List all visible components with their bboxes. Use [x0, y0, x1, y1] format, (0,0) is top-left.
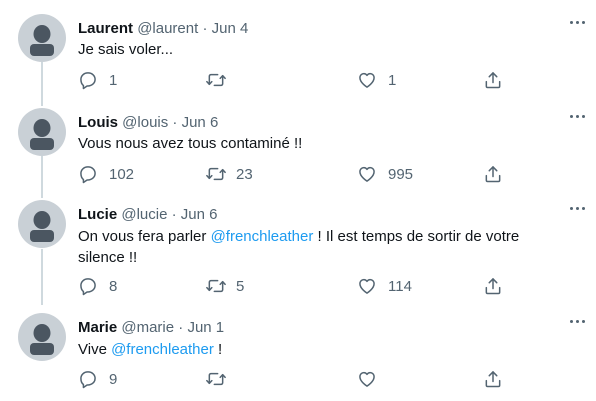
like-icon — [359, 278, 375, 294]
more-button[interactable] — [568, 313, 588, 329]
more-icon — [570, 207, 573, 210]
reply-count: 8 — [109, 278, 118, 295]
tweet[interactable]: Marie @marie · Jun 1 Vive @frenchleather… — [0, 313, 596, 393]
separator-dot: · — [171, 206, 177, 223]
author-handle[interactable]: @laurent — [137, 20, 198, 37]
reply-count: 102 — [109, 166, 135, 183]
like-icon — [359, 72, 375, 88]
tweet-text-segment: On vous fera parler — [78, 228, 211, 245]
author-name[interactable]: Laurent — [78, 20, 133, 37]
tweet-date[interactable]: Jun 6 — [181, 206, 218, 223]
tweet-thread: Laurent @laurent · Jun 4 Je sais voler..… — [0, 0, 596, 401]
tweet-date[interactable]: Jun 1 — [187, 319, 224, 336]
more-icon — [570, 115, 573, 118]
tweet-actions: 1 1 — [78, 70, 518, 92]
like-count: 114 — [388, 278, 412, 295]
avatar-placeholder-icon — [30, 324, 54, 355]
reply-icon — [80, 371, 96, 389]
separator-dot: · — [172, 114, 178, 131]
reply-icon — [80, 278, 96, 296]
author-handle[interactable]: @louis — [122, 114, 168, 131]
tweet-text: On vous fera parler @frenchleather ! Il … — [78, 226, 548, 268]
tweet-text-segment: Je sais voler... — [78, 41, 174, 58]
tweet-text: Vous nous avez tous contaminé !! — [78, 133, 548, 154]
tweet-date[interactable]: Jun 4 — [212, 20, 249, 37]
like-count: 1 — [388, 72, 397, 89]
tweet[interactable]: Louis @louis · Jun 6 Vous nous avez tous… — [0, 108, 596, 188]
like-icon — [359, 371, 375, 387]
author-name[interactable]: Marie — [78, 319, 117, 336]
avatar[interactable] — [18, 14, 66, 62]
author-name[interactable]: Louis — [78, 114, 118, 131]
more-icon — [570, 320, 573, 323]
share-icon — [485, 278, 501, 295]
reply-count: 9 — [109, 371, 118, 388]
share-icon — [485, 166, 501, 183]
separator-dot: · — [202, 20, 208, 37]
retweet-icon — [206, 372, 226, 386]
reply-icon — [80, 72, 96, 90]
author-handle[interactable]: @marie — [121, 319, 174, 336]
tweet-actions: 8 5 114 — [78, 276, 518, 298]
author-name[interactable]: Lucie — [78, 206, 117, 223]
tweet-header: Louis @louis · Jun 6 — [78, 113, 218, 133]
reply-count: 1 — [109, 72, 118, 89]
avatar-placeholder-icon — [30, 211, 54, 242]
tweet-header: Marie @marie · Jun 1 — [78, 318, 224, 338]
more-button[interactable] — [568, 14, 588, 30]
tweet-text-segment: Vous nous avez tous contaminé !! — [78, 135, 303, 152]
author-handle[interactable]: @lucie — [121, 206, 167, 223]
mention-link[interactable]: @frenchleather — [211, 228, 314, 245]
retweet-count: 5 — [236, 278, 245, 295]
share-icon — [485, 371, 501, 388]
tweet-header: Laurent @laurent · Jun 4 — [78, 19, 248, 39]
tweet-text-segment: ! — [213, 341, 223, 358]
like-count: 995 — [388, 166, 414, 183]
avatar[interactable] — [18, 108, 66, 156]
avatar[interactable] — [18, 200, 66, 248]
tweet-date[interactable]: Jun 6 — [182, 114, 219, 131]
tweet-actions: 102 23 995 — [78, 164, 518, 186]
like-icon — [359, 166, 375, 182]
tweet[interactable]: Laurent @laurent · Jun 4 Je sais voler..… — [0, 14, 596, 94]
separator-dot: · — [178, 319, 184, 336]
tweet-text-segment: Vive — [78, 341, 112, 358]
retweet-icon — [206, 73, 226, 87]
more-button[interactable] — [568, 108, 588, 124]
avatar-placeholder-icon — [30, 25, 54, 56]
tweet[interactable]: Lucie @lucie · Jun 6 On vous fera parler… — [0, 200, 596, 300]
retweet-icon — [206, 167, 226, 181]
tweet-header: Lucie @lucie · Jun 6 — [78, 205, 217, 225]
mention-link[interactable]: @frenchleather — [111, 341, 214, 358]
tweet-actions: 9 — [78, 369, 518, 391]
more-button[interactable] — [568, 200, 588, 216]
reply-icon — [80, 166, 96, 184]
avatar[interactable] — [18, 313, 66, 361]
tweet-text: Vive @frenchleather ! — [78, 339, 548, 360]
avatar-placeholder-icon — [30, 119, 54, 150]
tweet-text: Je sais voler... — [78, 39, 548, 60]
retweet-count: 23 — [236, 166, 253, 183]
more-icon — [570, 21, 573, 24]
retweet-icon — [206, 279, 226, 293]
share-icon — [485, 72, 501, 89]
